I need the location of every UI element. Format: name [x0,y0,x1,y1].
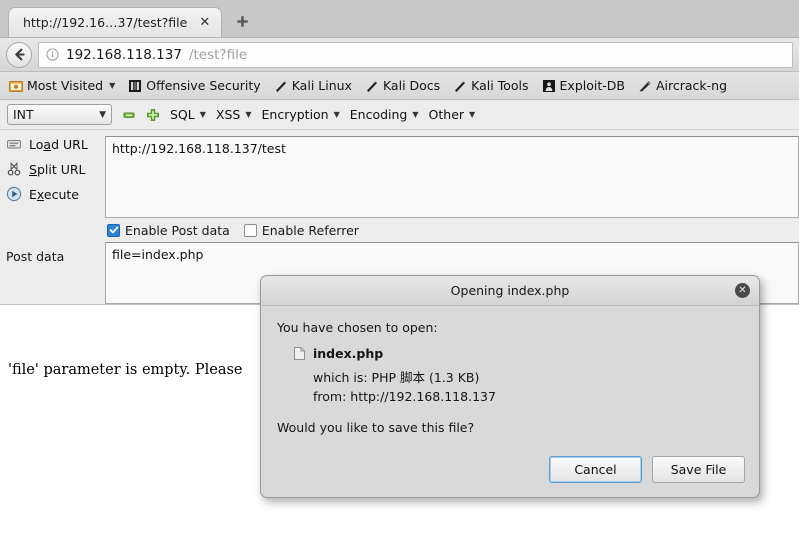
menu-label: XSS [215,107,241,122]
exploitdb-icon [542,79,555,92]
dialog-body: You have chosen to open: index.php which… [261,306,759,435]
type-select[interactable]: INT ▼ [7,104,112,125]
load-url-label: Load URL [29,136,88,152]
chevron-down-icon: ▼ [469,110,476,119]
enable-referrer-checkbox[interactable]: Enable Referrer [243,222,359,238]
aircrack-icon [639,80,651,91]
dialog-file-row: index.php [294,346,743,361]
bookmark-kali-linux[interactable]: Kali Linux [269,76,357,95]
url-input[interactable]: 192.168.118.137/test?file [38,41,793,68]
bookmark-label: Kali Linux [291,78,352,93]
execute-button[interactable]: Execute [6,186,105,202]
dialog-question-text: Would you like to save this file? [277,420,475,435]
dialog-file-type: which is: PHP 脚本 (1.3 KB) [313,370,480,385]
bookmark-aircrack-ng[interactable]: Aircrack-ng [633,76,732,95]
menu-label: SQL [170,107,195,122]
execute-label: Execute [29,186,79,202]
checkbox-box[interactable] [107,223,120,237]
url-path-text: /test?file [188,46,248,63]
chevron-down-icon: ▼ [333,110,340,119]
check-icon [109,226,118,234]
offsec-icon [129,79,142,92]
bookmarks-bar: Most Visited ▼ Offensive Security Kali L… [0,72,799,100]
dialog-title: Opening index.php [450,283,570,298]
hackbar-body: Load URL Split URL Execute http://192.16… [0,130,799,242]
back-button[interactable] [6,41,32,68]
enable-post-data-checkbox[interactable]: Enable Post data [107,223,230,238]
url-textarea[interactable] [105,136,799,218]
bookmark-label: Kali Docs [382,78,441,93]
dragon-icon [366,81,377,92]
minus-icon [123,112,135,118]
bookmark-offensive-security[interactable]: Offensive Security [123,76,265,95]
bookmark-exploit-db[interactable]: Exploit-DB [537,76,630,95]
new-tab-button[interactable] [232,11,252,31]
bookmark-label: Kali Tools [471,78,529,93]
bookmark-label: Most Visited [27,78,104,93]
bookmark-label: Offensive Security [146,78,261,93]
menu-encoding[interactable]: Encoding ▼ [350,107,419,122]
menu-other[interactable]: Other ▼ [429,107,476,122]
hackbar-toolbar: INT ▼ SQL ▼ XSS ▼ Encryption ▼ Encoding … [0,100,799,130]
generic-file-icon [294,347,305,360]
save-file-button[interactable]: Save File [652,456,745,483]
tab-close-icon[interactable]: ✕ [196,16,213,29]
menu-xss[interactable]: XSS ▼ [216,107,252,122]
chevron-down-icon: ▼ [245,110,252,119]
bookmark-kali-docs[interactable]: Kali Docs [360,76,445,95]
browser-chrome: http://192.16…37/test?file ✕ 192.168.118… [0,0,799,100]
checkbox-box[interactable] [243,223,257,237]
checkbox-label: Enable Post data [125,222,230,238]
split-url-label: Split URL [29,161,86,177]
load-url-button[interactable]: Load URL [6,136,105,152]
opening-file-dialog: Opening index.php ✕ You have chosen to o… [260,275,760,498]
dragon-icon [455,81,466,92]
menu-label: Other [428,107,465,122]
menu-sql[interactable]: SQL ▼ [170,107,206,122]
dialog-intro-text: You have chosen to open: [277,320,438,335]
folder-star-icon [9,80,23,92]
plus-icon [237,15,248,27]
plus-icon [147,108,159,121]
back-arrow-icon [14,48,25,61]
navigation-bar: 192.168.118.137/test?file [0,38,799,72]
chevron-down-icon: ▼ [109,81,116,90]
bookmark-most-visited[interactable]: Most Visited ▼ [4,76,120,95]
dialog-titlebar: Opening index.php ✕ [261,276,759,306]
bookmark-label: Exploit-DB [559,78,625,93]
menu-label: Encoding [349,107,408,122]
post-data-label: Post data [6,249,65,264]
dragon-icon [275,81,286,92]
hackbar-checkbox-row: Enable Post data Enable Referrer [105,218,799,242]
chevron-down-icon: ▼ [99,109,106,120]
checkbox-label: Enable Referrer [261,222,359,238]
dialog-button-row: Cancel Save File [549,456,745,483]
info-icon[interactable] [46,48,59,61]
chevron-down-icon: ▼ [199,110,206,119]
tab-strip: http://192.16…37/test?file ✕ [0,0,799,38]
load-url-icon [7,140,21,149]
tab-title: http://192.16…37/test?file [23,15,188,30]
chevron-down-icon: ▼ [412,110,419,119]
dialog-file-source: from: http://192.168.118.137 [313,389,496,404]
menu-encryption[interactable]: Encryption ▼ [262,107,340,122]
bookmark-label: Aircrack-ng [655,78,728,93]
remove-button[interactable] [122,108,136,122]
hackbar-fields: Enable Post data Enable Referrer [105,130,799,242]
dialog-file-name: index.php [313,346,384,361]
url-host-text: 192.168.118.137 [66,46,182,63]
hackbar-actions: Load URL Split URL Execute [0,130,105,242]
browser-tab[interactable]: http://192.16…37/test?file ✕ [8,7,223,37]
cancel-button[interactable]: Cancel [549,456,642,483]
page-body-text: 'file' parameter is empty. Please [8,362,243,378]
execute-icon [6,186,22,202]
bookmark-kali-tools[interactable]: Kali Tools [448,76,533,95]
close-icon[interactable]: ✕ [735,283,750,298]
add-button[interactable] [146,108,160,122]
type-select-value: INT [13,107,34,122]
split-url-icon [7,162,21,176]
split-url-button[interactable]: Split URL [6,161,105,177]
menu-label: Encryption [261,107,329,122]
